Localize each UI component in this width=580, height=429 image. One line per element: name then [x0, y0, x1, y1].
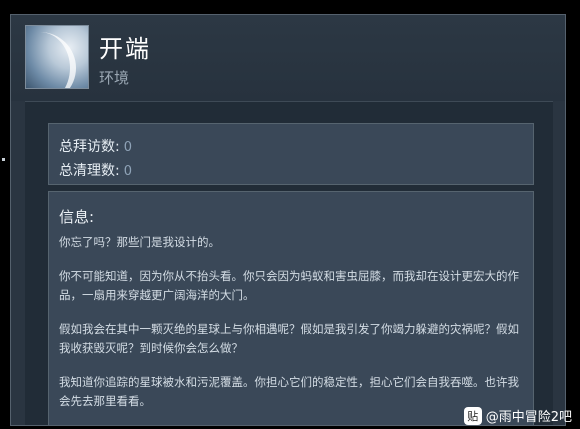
info-paragraph: 你忘了吗？那些门是我设计的。: [59, 235, 220, 249]
edge-marker: [2, 158, 5, 161]
info-box: 信息: 你忘了吗？那些门是我设计的。 你不可能知道，因为你从不抬头看。你只会因为…: [48, 191, 534, 425]
stats-box: 总拜访数: 0 总清理数: 0: [48, 123, 534, 185]
watermark-text: @雨中冒险2吧: [485, 410, 572, 425]
page-title: 开端: [99, 35, 151, 63]
info-heading: 信息:: [59, 208, 95, 226]
card-header: 开端 环境: [11, 15, 565, 101]
avatar-arc: [26, 32, 76, 88]
environment-card: 开端 环境 总拜访数: 0 总清理数: 0 信息: 你忘了吗？那些门是我设计的。 你…: [10, 14, 566, 426]
avatar-image: [25, 25, 89, 89]
info-paragraph: 你不可能知道，因为你从不抬头看。你只会因为蚂蚁和害虫屈膝，而我却在设计更宏大的作…: [59, 269, 519, 302]
visits-label: 总拜访数:: [59, 139, 120, 155]
info-paragraph: 我知道你追踪的星球被水和污泥覆盖。你担心它们的稳定性，担心它们会自我吞噬。也许我…: [59, 375, 519, 408]
watermark: 贴 @雨中冒险2吧: [463, 406, 572, 425]
cleanups-label: 总清理数:: [59, 163, 120, 179]
visits-stat: 总拜访数: 0: [59, 136, 132, 156]
cleanups-stat: 总清理数: 0: [59, 160, 132, 180]
cleanups-value: 0: [123, 164, 132, 179]
visits-value: 0: [123, 140, 132, 155]
page-subtitle: 环境: [99, 69, 130, 87]
tieba-logo-icon: 贴: [463, 406, 482, 425]
info-paragraph: 假如我会在其中一颗灭绝的星球上与你相遇呢？假如是我引发了你竭力躲避的灾祸呢？假如…: [59, 322, 519, 355]
content-panel: 总拜访数: 0 总清理数: 0 信息: 你忘了吗？那些门是我设计的。 你不可能知道，…: [25, 101, 553, 425]
